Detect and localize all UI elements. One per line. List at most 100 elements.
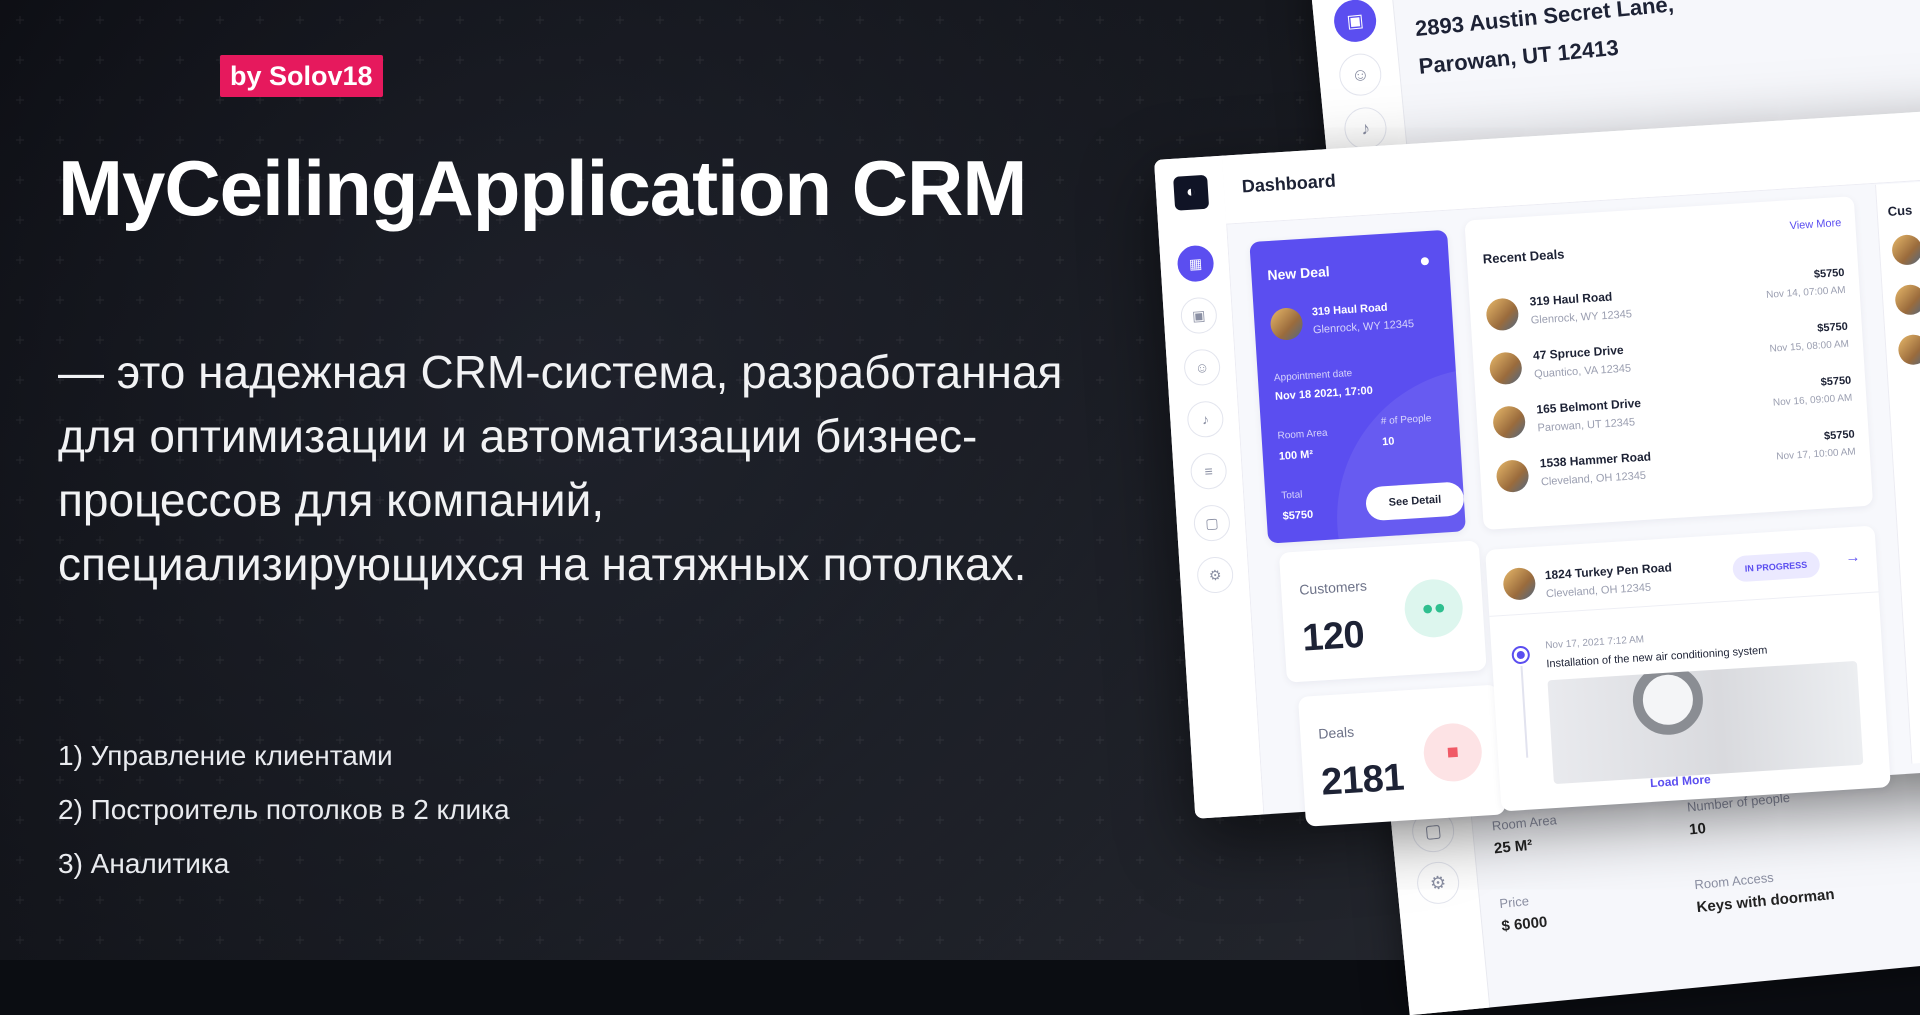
plus-mark <box>1096 776 1104 784</box>
customers-value: 120 <box>1301 613 1366 660</box>
plus-mark <box>576 616 584 624</box>
plus-mark <box>216 16 224 24</box>
plus-mark <box>1256 16 1264 24</box>
app-logo-icon[interactable]: ◐ <box>1173 174 1210 211</box>
new-deal-card[interactable]: New Deal 319 Haul Road Glenrock, WY 1234… <box>1249 229 1466 544</box>
plus-mark <box>496 616 504 624</box>
plus-mark <box>1016 16 1024 24</box>
plus-mark <box>1016 96 1024 104</box>
plus-mark <box>656 776 664 784</box>
plus-mark <box>656 696 664 704</box>
plus-mark <box>56 616 64 624</box>
plus-mark <box>1016 656 1024 664</box>
status-badge: IN PROGRESS <box>1732 551 1821 583</box>
product-title: MyCeilingApplication CRM <box>58 144 1027 232</box>
plus-mark <box>16 656 24 664</box>
plus-mark <box>856 896 864 904</box>
plus-mark <box>1096 336 1104 344</box>
plus-mark <box>1216 856 1224 864</box>
plus-mark <box>1016 816 1024 824</box>
plus-mark <box>576 96 584 104</box>
activity-card: 1824 Turkey Pen Road Cleveland, OH 12345… <box>1485 525 1891 812</box>
timeline-photo <box>1547 660 1864 785</box>
list-icon[interactable]: ≡ <box>1189 452 1228 491</box>
dashboard-nav-icon[interactable]: ▦ <box>1176 244 1215 283</box>
deal-date: Nov 14, 07:00 AM <box>1765 284 1846 301</box>
plus-mark <box>616 56 624 64</box>
plus-mark <box>896 896 904 904</box>
plus-mark <box>296 936 304 944</box>
deals-card[interactable]: Deals 2181 ■ <box>1298 684 1506 827</box>
plus-mark <box>616 256 624 264</box>
plus-mark <box>696 856 704 864</box>
plus-mark <box>1096 896 1104 904</box>
plus-mark <box>616 616 624 624</box>
plus-mark <box>976 16 984 24</box>
bell-icon[interactable]: ♪ <box>1186 400 1225 439</box>
plus-mark <box>536 896 544 904</box>
feature-item-2: 2) Построитель потолков в 2 клика <box>58 794 510 825</box>
users-icon[interactable]: ☺ <box>1183 348 1222 387</box>
plus-mark <box>56 896 64 904</box>
customer-avatar[interactable] <box>1897 333 1920 366</box>
plus-mark <box>496 656 504 664</box>
plus-mark <box>56 296 64 304</box>
briefcase-icon[interactable]: ▣ <box>1332 0 1379 44</box>
plus-mark <box>1096 576 1104 584</box>
activity-city: Cleveland, OH 12345 <box>1545 581 1652 601</box>
plus-mark <box>96 696 104 704</box>
plus-mark <box>936 616 944 624</box>
calendar-icon[interactable]: ▢ <box>1192 503 1232 543</box>
dashboard-mockup: ◐ ▦ ▣ ☺ ♪ ≡ ▢ ⚙ Dashboard New Deal 319 H… <box>1154 107 1920 827</box>
plus-mark <box>216 936 224 944</box>
plus-mark <box>1056 936 1064 944</box>
plus-mark <box>16 736 24 744</box>
plus-mark <box>1016 616 1024 624</box>
users-icon[interactable]: ☺ <box>1337 51 1384 98</box>
plus-mark <box>656 936 664 944</box>
plus-mark <box>816 736 824 744</box>
plus-mark <box>1056 96 1064 104</box>
plus-mark <box>216 656 224 664</box>
plus-mark <box>896 936 904 944</box>
load-more-button[interactable]: Load More <box>1650 772 1711 790</box>
gear-icon[interactable]: ⚙ <box>1415 859 1462 906</box>
plus-mark <box>896 256 904 264</box>
plus-mark <box>776 736 784 744</box>
plus-mark <box>776 856 784 864</box>
plus-mark <box>336 96 344 104</box>
arrow-right-icon[interactable]: → <box>1845 548 1861 566</box>
bell-icon[interactable]: ♪ <box>1342 105 1389 152</box>
plus-mark <box>456 696 464 704</box>
plus-mark <box>1096 176 1104 184</box>
plus-mark <box>176 616 184 624</box>
plus-mark <box>416 856 424 864</box>
plus-mark <box>1136 816 1144 824</box>
plus-mark <box>616 896 624 904</box>
plus-mark <box>976 736 984 744</box>
plus-mark <box>776 96 784 104</box>
customers-card[interactable]: Customers 120 ●● <box>1278 540 1487 683</box>
plus-mark <box>456 16 464 24</box>
plus-mark <box>776 696 784 704</box>
gear-icon[interactable]: ⚙ <box>1196 555 1235 595</box>
customer-avatar[interactable] <box>1894 283 1920 316</box>
plus-mark <box>696 656 704 664</box>
plus-mark <box>1136 16 1144 24</box>
see-detail-button[interactable]: See Detail <box>1364 481 1465 522</box>
plus-mark <box>136 696 144 704</box>
plus-mark <box>1096 16 1104 24</box>
plus-mark <box>1136 56 1144 64</box>
customer-avatar[interactable] <box>1891 233 1920 266</box>
plus-mark <box>976 936 984 944</box>
plus-mark <box>896 816 904 824</box>
plus-mark <box>616 296 624 304</box>
plus-mark <box>1056 736 1064 744</box>
plus-mark <box>656 656 664 664</box>
plus-mark <box>1016 936 1024 944</box>
plus-mark <box>576 696 584 704</box>
plus-mark <box>1016 56 1024 64</box>
briefcase-icon[interactable]: ▣ <box>1179 296 1218 335</box>
plus-mark <box>1016 296 1024 304</box>
view-more-link[interactable]: View More <box>1789 217 1841 232</box>
